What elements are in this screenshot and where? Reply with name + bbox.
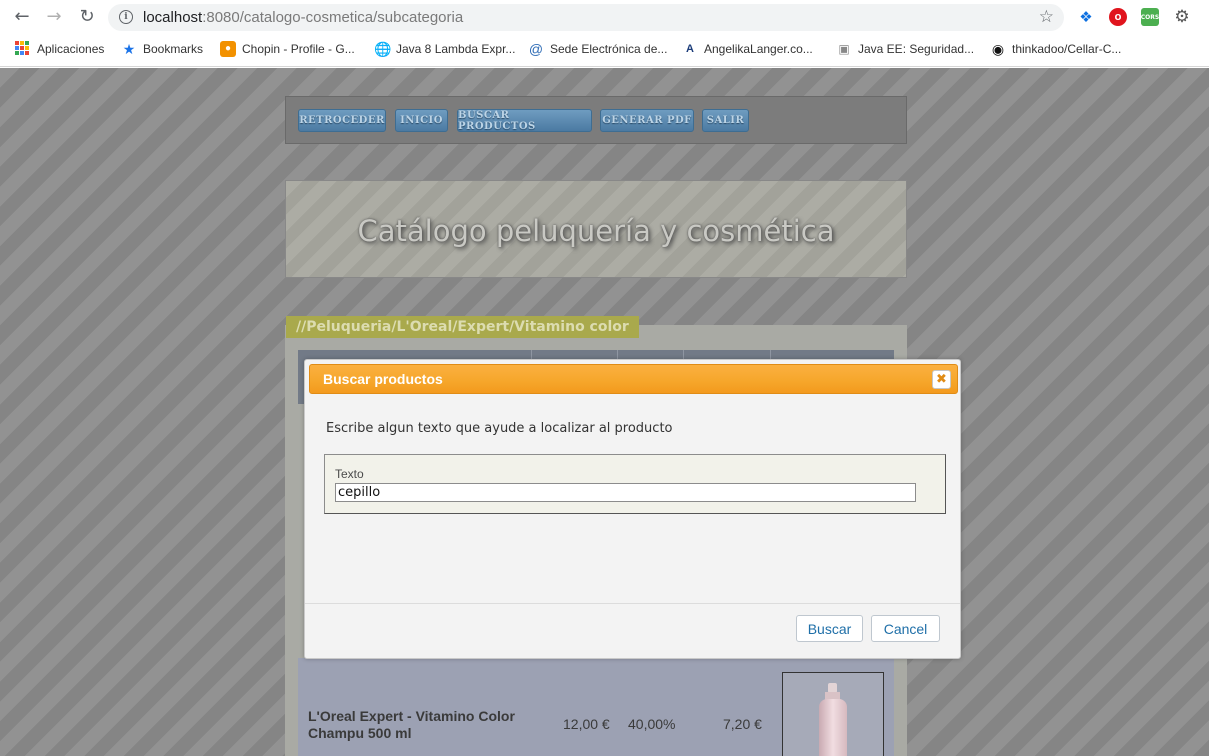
search-products-dialog: Buscar productos ✖ Escribe algun texto q… — [304, 359, 961, 659]
reload-icon[interactable]: ↻ — [76, 6, 98, 28]
dialog-titlebar[interactable]: Buscar productos ✖ — [309, 364, 958, 394]
url-path: :8080/catalogo-cosmetica/subcategoria — [202, 9, 464, 26]
page-title: Catálogo peluquería y cosmética — [357, 214, 835, 248]
bookmark-label: Bookmarks — [143, 42, 204, 56]
bookmark-label: Aplicaciones — [37, 42, 105, 56]
main-nav-bar: RETROCEDER INICIO BUSCAR PRODUCTOS GENER… — [285, 96, 907, 144]
bookmark-apps[interactable]: Aplicaciones — [15, 41, 104, 57]
al-logo-icon: A — [686, 43, 694, 55]
product-price: 12,00 € — [563, 716, 610, 732]
bookmark-bookmarks[interactable]: ★ Bookmarks — [121, 41, 203, 57]
bookmark-label: Java 8 Lambda Expr... — [396, 42, 516, 56]
bookmark-javaee[interactable]: ▣ Java EE: Seguridad... — [836, 41, 974, 57]
dialog-message: Escribe algun texto que ayude a localiza… — [326, 421, 673, 436]
search-fieldset: Texto — [324, 454, 946, 514]
texto-label: Texto — [335, 467, 364, 481]
opera-icon[interactable]: O — [1109, 8, 1127, 26]
bookmark-label: thinkadoo/Cellar-C... — [1012, 42, 1122, 56]
bookmark-github[interactable]: ◉ thinkadoo/Cellar-C... — [990, 41, 1122, 57]
url-host: localhost — [143, 9, 203, 26]
orange-logo-icon: ● — [220, 41, 236, 57]
arrow-right-icon[interactable]: → — [43, 6, 65, 28]
inicio-button[interactable]: INICIO — [395, 109, 448, 132]
product-final-price: 7,20 € — [723, 716, 762, 732]
cors-label: CORS — [1140, 13, 1160, 21]
buscar-productos-button[interactable]: BUSCAR PRODUCTOS — [457, 109, 592, 132]
retroceder-button[interactable]: RETROCEDER — [298, 109, 386, 132]
address-bar[interactable]: i localhost:8080/catalogo-cosmetica/subc… — [108, 4, 1064, 31]
github-icon: ◉ — [991, 41, 1005, 57]
bookmark-label: AngelikaLanger.co... — [704, 42, 813, 56]
apps-grid-icon — [15, 41, 31, 57]
bookmark-java8[interactable]: 🌐 Java 8 Lambda Expr... — [374, 41, 515, 57]
product-discount: 40,00% — [628, 716, 676, 732]
bookmark-sede[interactable]: @ Sede Electrónica de... — [528, 41, 668, 57]
salir-button[interactable]: SALIR — [702, 109, 749, 132]
texto-input[interactable] — [335, 483, 916, 502]
star-icon[interactable]: ☆ — [1039, 7, 1054, 27]
bookmark-label: Chopin - Profile - G... — [242, 42, 355, 56]
buscar-button[interactable]: Buscar — [796, 615, 863, 642]
browser-chrome: ← → ↻ i localhost:8080/catalogo-cosmetic… — [0, 0, 1209, 67]
bookmark-chopin[interactable]: ● Chopin - Profile - G... — [220, 41, 355, 57]
breadcrumb[interactable]: //Peluqueria/L'Oreal/Expert/Vitamino col… — [286, 316, 639, 338]
dialog-divider — [305, 603, 960, 604]
info-icon[interactable]: i — [119, 10, 133, 24]
bookmark-label: Sede Electrónica de... — [550, 42, 668, 56]
at-icon: @ — [528, 41, 544, 57]
gear-icon[interactable]: ⚙ — [1173, 7, 1191, 27]
arrow-left-icon[interactable]: ← — [11, 6, 33, 28]
bookmarks-bar: Aplicaciones ★ Bookmarks ● Chopin - Prof… — [0, 38, 1209, 62]
browser-toolbar: ← → ↻ i localhost:8080/catalogo-cosmetic… — [0, 0, 1209, 35]
bookmark-angelika[interactable]: A AngelikaLanger.co... — [682, 41, 813, 57]
cancel-button[interactable]: Cancel — [871, 615, 940, 642]
generar-pdf-button[interactable]: GENERAR PDF — [600, 109, 694, 132]
product-image[interactable] — [782, 672, 884, 756]
close-icon[interactable]: ✖ — [932, 370, 951, 389]
shampoo-bottle-icon — [819, 683, 847, 756]
title-panel: Catálogo peluquería y cosmética — [285, 180, 907, 278]
star-icon: ★ — [122, 41, 136, 57]
camera-icon: ▣ — [838, 42, 850, 56]
product-name: L'Oreal Expert - Vitamino Color Champu 5… — [308, 708, 515, 741]
globe-icon: 🌐 — [374, 41, 392, 57]
cors-icon[interactable]: CORS — [1141, 8, 1159, 26]
bookmark-label: Java EE: Seguridad... — [858, 42, 975, 56]
dropbox-icon[interactable]: ❖ — [1077, 8, 1095, 26]
url-text[interactable]: localhost:8080/catalogo-cosmetica/subcat… — [143, 9, 463, 26]
dialog-title: Buscar productos — [323, 371, 443, 387]
